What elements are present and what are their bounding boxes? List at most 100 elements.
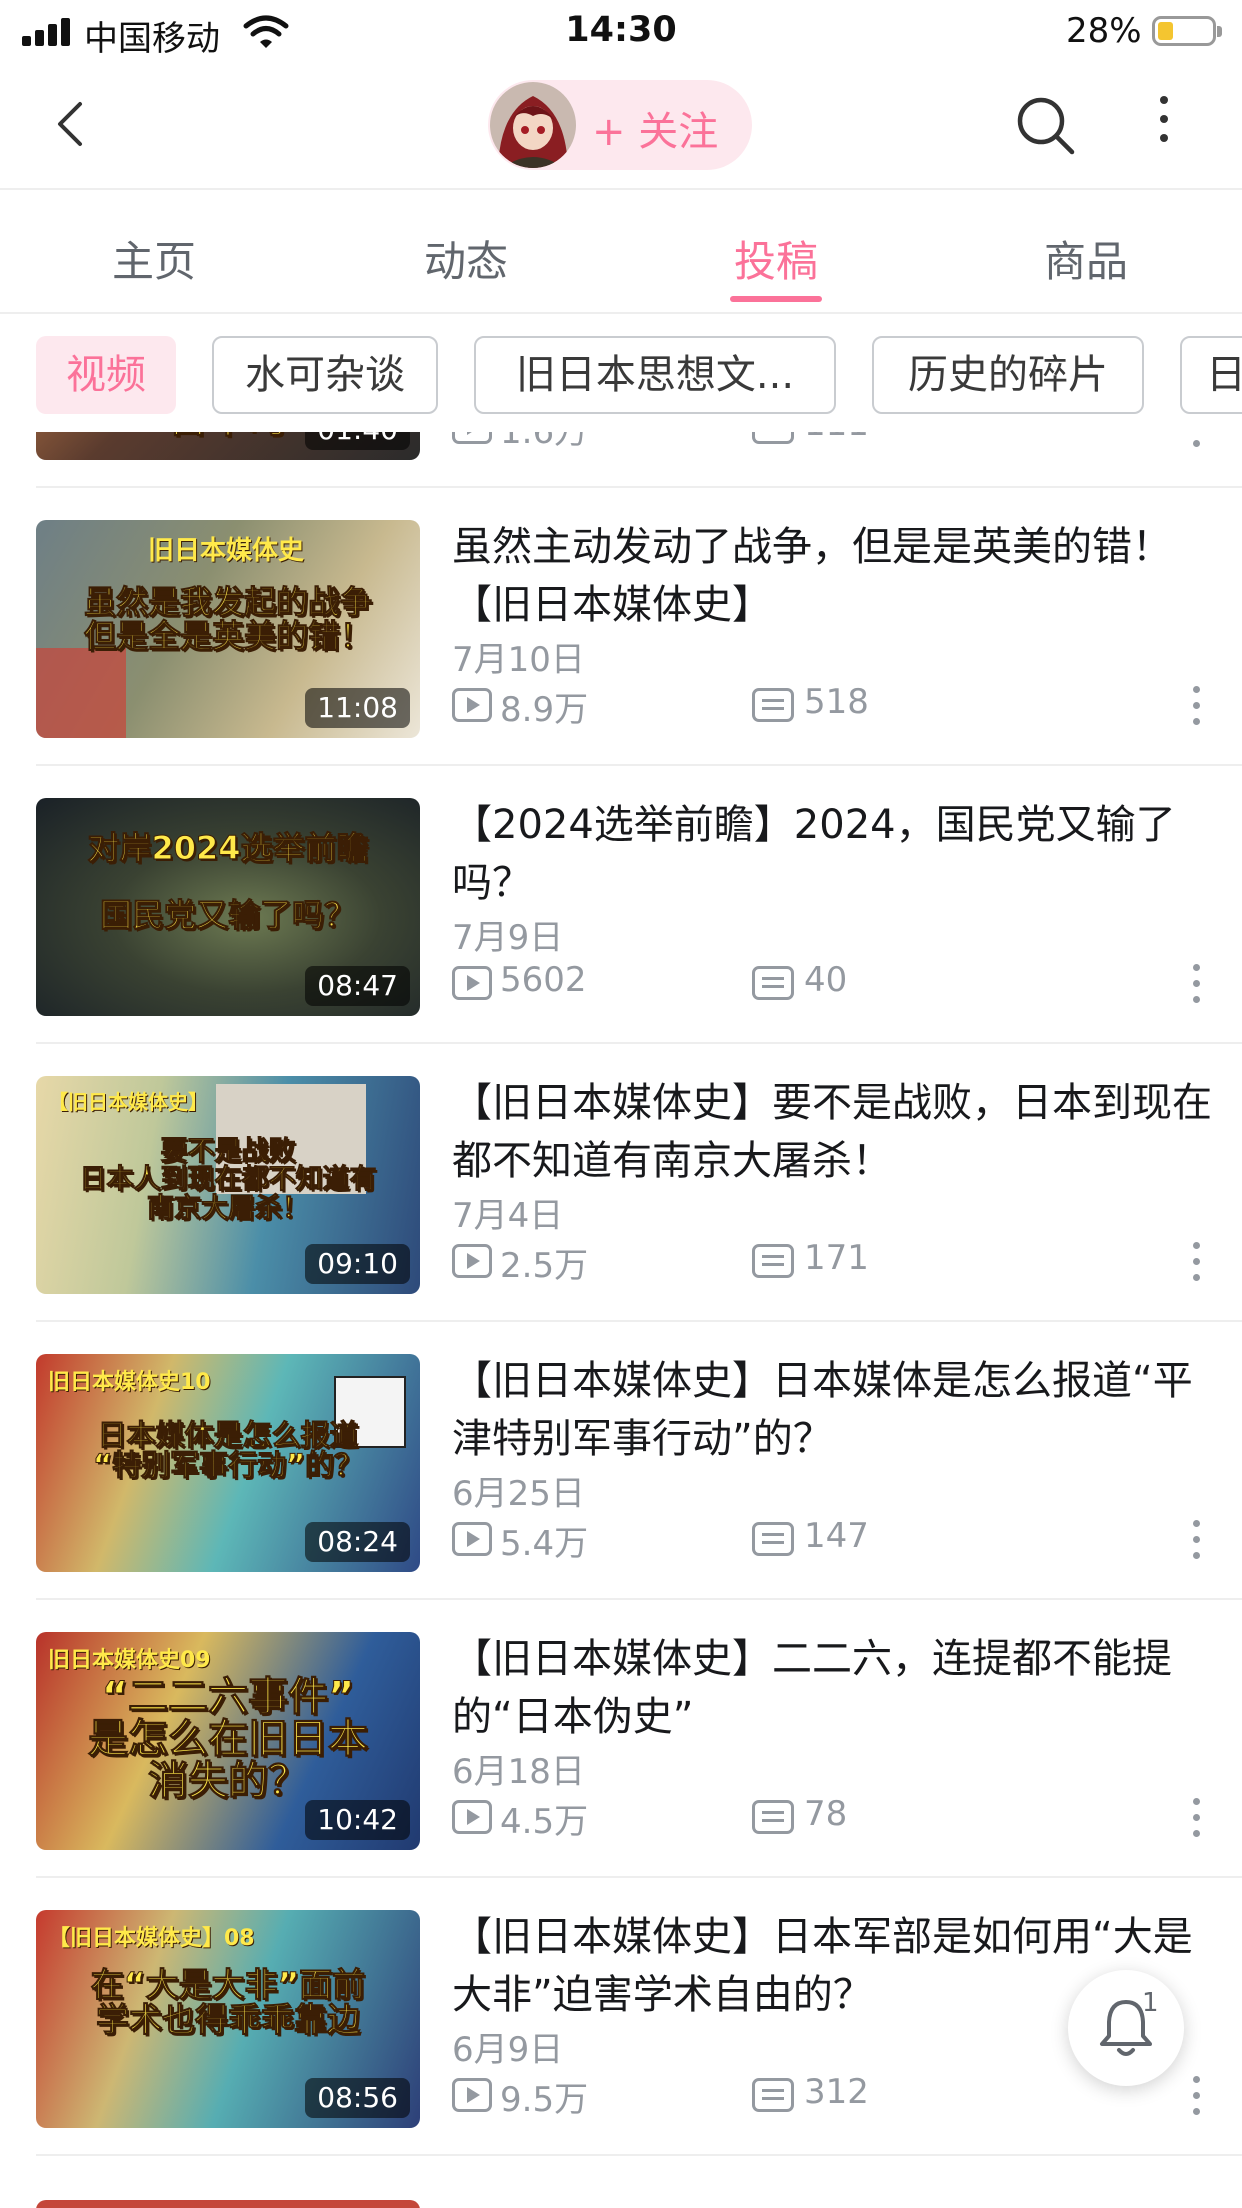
thumbnail-caption: 虽然是我发起的战争 但是全是英美的错！: [83, 583, 372, 655]
chip-history-fragments[interactable]: 历史的碎片: [872, 336, 1144, 414]
item-more-icon[interactable]: [1190, 432, 1202, 458]
battery-percent: 28%: [1066, 11, 1142, 51]
notification-count: 1: [1142, 1988, 1159, 2018]
item-more-icon[interactable]: [1190, 686, 1202, 736]
play-count-icon: [452, 2078, 492, 2112]
video-item[interactable]: 旧日本媒体史 虽然是我发起的战争 但是全是英美的错！ 11:08 虽然主动发动了…: [0, 488, 1242, 766]
video-date: 7月4日: [452, 1196, 564, 1236]
video-list: 日本时 01:40 1.6万 111 旧日本媒体史 虽然是我发起的战争 但是全是…: [0, 432, 1242, 2208]
video-stats: 8.9万 518: [452, 682, 1212, 730]
danmaku-icon: [752, 688, 794, 722]
play-count-icon: [452, 432, 492, 444]
play-count-icon: [452, 1800, 492, 1834]
tab-uploads[interactable]: 投稿: [734, 228, 818, 289]
view-count: 2.5万: [500, 1246, 589, 1286]
video-stats: 2.5万 171: [452, 1238, 1212, 1286]
more-vertical-icon[interactable]: [1152, 96, 1176, 156]
item-more-icon[interactable]: [1190, 1798, 1202, 1848]
top-nav: + 关注: [0, 62, 1242, 190]
danmaku-icon: [752, 1244, 794, 1278]
video-date: 7月10日: [452, 640, 585, 680]
thumbnail-caption: “二二六事件” 是怎么在旧日本 消失的？: [88, 1674, 369, 1804]
video-thumbnail[interactable]: 【旧日本媒体史】08 在“大是大非”面前 学术也得乖乖靠边 08:56: [36, 1910, 420, 2128]
video-stats: 1.6万 111: [452, 432, 1212, 452]
search-icon[interactable]: [1014, 94, 1078, 158]
thumbnail-tag: 旧日本媒体史: [148, 536, 305, 566]
thumbnail-tag: 旧日本媒体史09: [48, 1648, 211, 1673]
video-date: 6月18日: [452, 1752, 585, 1792]
video-date: 6月25日: [452, 1474, 585, 1514]
video-item[interactable]: 日本时 01:40 1.6万 111: [0, 432, 1242, 488]
video-item[interactable]: 旧日本媒体史09 “二二六事件” 是怎么在旧日本 消失的？ 10:42 【旧日本…: [0, 1600, 1242, 1878]
video-duration: 09:10: [305, 1244, 410, 1284]
follow-label: + 关注: [592, 109, 719, 155]
video-item[interactable]: 【旧日本媒体史】 要不是战败 日本人到现在都不知道有 南京大屠杀！ 09:10 …: [0, 1044, 1242, 1322]
tab-active-indicator: [730, 296, 822, 302]
chip-shuike-talk[interactable]: 水可杂谈: [212, 336, 438, 414]
danmaku-count: 111: [804, 432, 869, 444]
video-stats: 4.5万 78: [452, 1794, 1212, 1842]
item-more-icon[interactable]: [1190, 2076, 1202, 2126]
item-more-icon[interactable]: [1190, 1242, 1202, 1292]
video-title[interactable]: 【旧日本媒体史】日本媒体是怎么报道“平津特别军事行动”的？: [452, 1352, 1212, 1468]
battery-icon: [1152, 16, 1222, 46]
video-stats: 9.5万 312: [452, 2072, 1212, 2120]
danmaku-count: 40: [804, 960, 848, 1000]
danmaku-count: 78: [804, 1794, 848, 1834]
thumbnail-caption: 对岸2024选举前瞻 国民党又输了吗？: [87, 829, 369, 935]
view-count: 9.5万: [500, 2080, 589, 2120]
back-arrow-icon[interactable]: [40, 92, 100, 156]
play-count-icon: [452, 1522, 492, 1556]
danmaku-count: 312: [804, 2072, 869, 2112]
video-item[interactable]: 对岸2024选举前瞻 国民党又输了吗？ 08:47 【2024选举前瞻】2024…: [0, 766, 1242, 1044]
danmaku-count: 171: [804, 1238, 869, 1278]
video-date: 6月9日: [452, 2030, 564, 2070]
video-item[interactable]: 【旧日本媒体史】08 在“大是大非”面前 学术也得乖乖靠边 08:56 【旧日本…: [0, 1878, 1242, 2156]
follow-button[interactable]: + 关注: [488, 80, 752, 170]
video-title[interactable]: 【2024选举前瞻】2024，国民党又输了吗？: [452, 796, 1212, 912]
video-date: 7月9日: [452, 918, 564, 958]
video-title[interactable]: 【旧日本媒体史】要不是战败，日本到现在都不知道有南京大屠杀！: [452, 1074, 1212, 1190]
next-item-peek: [36, 2200, 420, 2208]
danmaku-icon: [752, 432, 794, 444]
video-duration: 01:40: [305, 432, 410, 450]
video-thumbnail[interactable]: 【旧日本媒体史】 要不是战败 日本人到现在都不知道有 南京大屠杀！ 09:10: [36, 1076, 420, 1294]
video-title[interactable]: 虽然主动发动了战争，但是是英美的错！【旧日本媒体史】: [452, 518, 1212, 634]
danmaku-icon: [752, 2078, 794, 2112]
video-duration: 08:47: [305, 966, 410, 1006]
thumbnail-tag: 旧日本媒体史10: [48, 1370, 211, 1395]
video-thumbnail[interactable]: 旧日本媒体史09 “二二六事件” 是怎么在旧日本 消失的？ 10:42: [36, 1632, 420, 1850]
video-thumbnail[interactable]: 对岸2024选举前瞻 国民党又输了吗？ 08:47: [36, 798, 420, 1016]
profile-tabs: 主页 动态 投稿 商品: [0, 190, 1242, 314]
chip-old-japan-thought[interactable]: 旧日本思想文...: [474, 336, 836, 414]
thumbnail-caption: 在“大是大非”面前 学术也得乖乖靠边: [90, 1965, 366, 2039]
thumbnail-tag: 【旧日本媒体史】: [48, 1090, 208, 1114]
chip-more[interactable]: 日: [1180, 336, 1242, 414]
tab-home[interactable]: 主页: [112, 228, 196, 289]
category-chips: 视频 水可杂谈 旧日本思想文... 历史的碎片 日: [0, 314, 1242, 432]
danmaku-icon: [752, 966, 794, 1000]
video-thumbnail[interactable]: 旧日本媒体史 虽然是我发起的战争 但是全是英美的错！ 11:08: [36, 520, 420, 738]
danmaku-count: 147: [804, 1516, 869, 1556]
video-duration: 08:24: [305, 1522, 410, 1562]
clock: 14:30: [565, 10, 677, 50]
item-more-icon[interactable]: [1190, 1520, 1202, 1570]
avatar[interactable]: [490, 82, 576, 168]
video-thumbnail[interactable]: 旧日本媒体史10 日本媒体是怎么报道 “特别军事行动”的？ 08:24: [36, 1354, 420, 1572]
video-thumbnail[interactable]: 日本时 01:40: [36, 432, 420, 460]
notification-button[interactable]: 1: [1068, 1970, 1184, 2086]
tab-dynamics[interactable]: 动态: [424, 228, 508, 289]
video-duration: 10:42: [305, 1800, 410, 1840]
tab-goods[interactable]: 商品: [1044, 228, 1128, 289]
status-bar: 中国移动 14:30 28%: [0, 0, 1242, 62]
video-title[interactable]: 【旧日本媒体史】二二六，连提都不能提的“日本伪史”: [452, 1630, 1212, 1746]
view-count: 8.9万: [500, 690, 589, 730]
item-more-icon[interactable]: [1190, 964, 1202, 1014]
view-count: 1.6万: [500, 432, 589, 452]
danmaku-icon: [752, 1800, 794, 1834]
video-stats: 5.4万 147: [452, 1516, 1212, 1564]
play-count-icon: [452, 688, 492, 722]
video-stats: 5602 40: [452, 960, 1212, 1006]
chip-video[interactable]: 视频: [36, 336, 176, 414]
video-item[interactable]: 旧日本媒体史10 日本媒体是怎么报道 “特别军事行动”的？ 08:24 【旧日本…: [0, 1322, 1242, 1600]
